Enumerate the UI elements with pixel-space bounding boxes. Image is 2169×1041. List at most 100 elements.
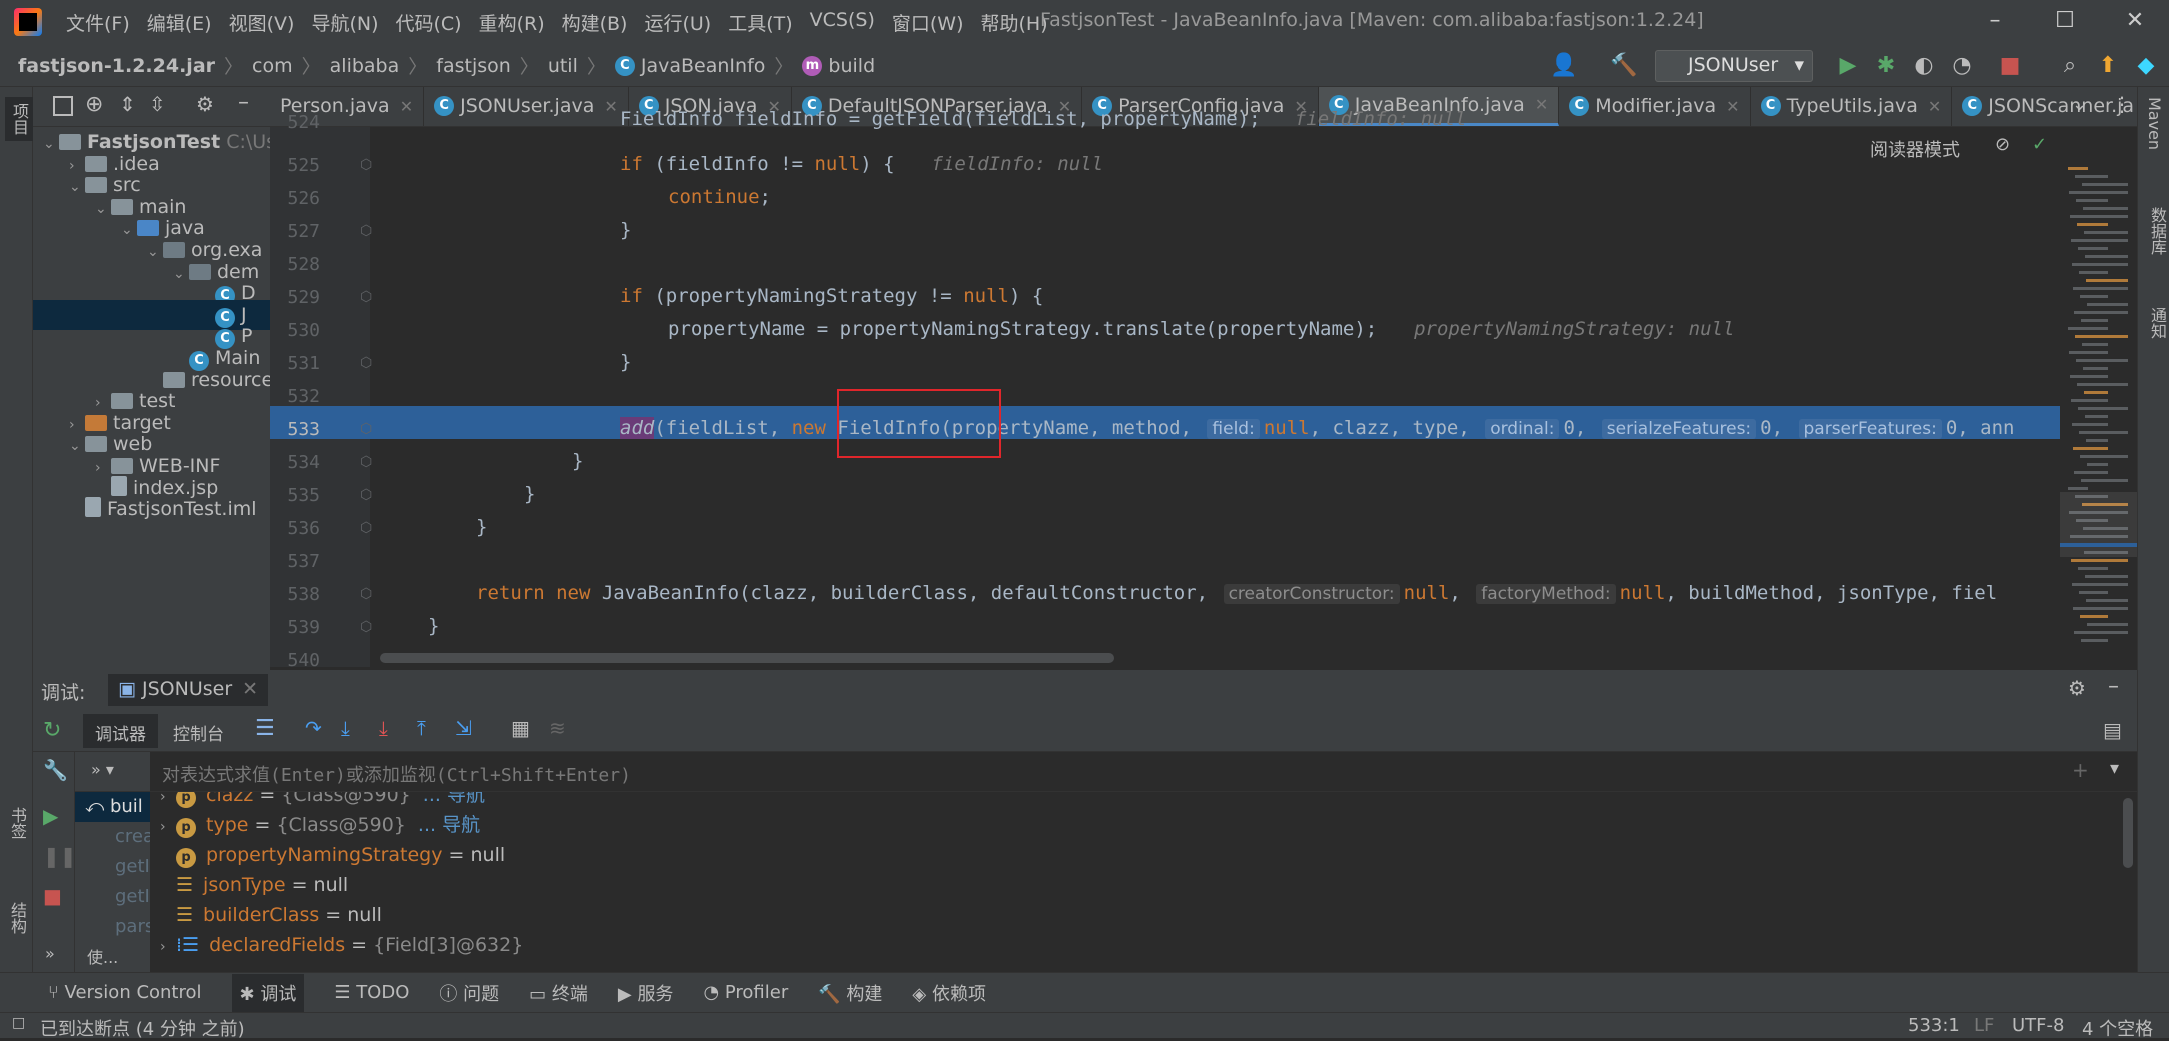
close-tab-icon[interactable]: ✕: [604, 97, 617, 116]
variable-row[interactable]: p propertyNamingStrategy = null: [160, 840, 505, 870]
tool-window-problems[interactable]: ⓘ 问题: [439, 980, 499, 1006]
breadcrumb-method[interactable]: m build: [802, 55, 875, 77]
debug-settings-gear-icon[interactable]: ⚙: [2068, 676, 2086, 700]
wrench-icon[interactable]: 🔧: [43, 758, 68, 782]
fold-marker-icon[interactable]: ⬡: [360, 619, 372, 635]
variable-row[interactable]: › ⁞☰ declaredFields = {Field[3]@632}: [160, 930, 523, 960]
tool-window-debug[interactable]: ✱ 调试: [231, 973, 305, 1012]
fold-marker-icon[interactable]: ⬡: [360, 421, 372, 437]
breadcrumb-fastjson[interactable]: fastjson: [436, 55, 511, 77]
expand-arrow-icon[interactable]: ›: [160, 792, 176, 812]
run-configuration-select[interactable]: JSONUser ▾: [1655, 50, 1813, 82]
close-tab-icon[interactable]: ✕: [400, 97, 413, 116]
expand-all-icon[interactable]: ⇕: [119, 92, 136, 116]
chevron-down-icon[interactable]: ▾: [2110, 758, 2119, 779]
stack-frame[interactable]: crea: [75, 822, 150, 852]
notifications-tool-button[interactable]: 通知: [2145, 307, 2169, 339]
layout-icon[interactable]: ▤: [2103, 718, 2122, 742]
tool-window-services[interactable]: ▶ 服务: [618, 980, 674, 1006]
run-to-cursor-icon[interactable]: ⇲: [455, 716, 472, 740]
locate-target-icon[interactable]: ⊕: [85, 92, 103, 117]
menu-item[interactable]: 工具(T): [728, 9, 792, 36]
stack-frame[interactable]: getI: [75, 882, 150, 912]
tabs-overflow-chevron-icon[interactable]: ⌄: [2072, 94, 2087, 115]
maven-tool-button[interactable]: Maven: [2145, 97, 2164, 150]
structure-tool-button[interactable]: 结构: [5, 902, 29, 934]
tool-window-terminal[interactable]: ▭ 终端: [529, 980, 588, 1006]
coverage-icon[interactable]: ◐: [1911, 53, 1937, 79]
variable-row[interactable]: › p clazz = {Class@590} ... 导航: [160, 792, 485, 810]
breadcrumb-com[interactable]: com: [252, 55, 293, 77]
panel-layout-icon[interactable]: [53, 96, 73, 116]
stop-debug-icon[interactable]: ■: [43, 884, 62, 908]
tree-item[interactable]: FastjsonTest.iml: [33, 494, 270, 524]
stack-frame[interactable]: ⤺ buil: [75, 792, 150, 822]
fold-marker-icon[interactable]: ⬡: [360, 454, 372, 470]
tab-debugger[interactable]: 调试器: [83, 714, 158, 748]
breadcrumb-jar[interactable]: fastjson-1.2.24.jar: [18, 55, 215, 77]
fold-marker-icon[interactable]: ⬡: [360, 487, 372, 503]
file-encoding[interactable]: UTF-8: [2012, 1015, 2064, 1036]
menu-item[interactable]: VCS(S): [810, 9, 875, 36]
caret-position[interactable]: 533:1: [1908, 1015, 1960, 1036]
force-step-into-icon[interactable]: ⤓: [379, 716, 388, 740]
debug-bug-icon[interactable]: ✱: [1873, 53, 1899, 79]
plugin-icon[interactable]: ◆: [2133, 53, 2159, 79]
search-icon[interactable]: ⌕: [2057, 53, 2083, 79]
tool-window-profiler[interactable]: ◔ Profiler: [703, 982, 788, 1003]
build-hammer-icon[interactable]: 🔨: [1610, 53, 1637, 79]
tool-window-todo[interactable]: ☰ TODO: [334, 982, 409, 1003]
breadcrumb-alibaba[interactable]: alibaba: [330, 55, 400, 77]
editor-tab[interactable]: C JSONScanner.ja: [1952, 87, 2137, 126]
user-icon[interactable]: 👤: [1550, 53, 1577, 79]
editor-tab[interactable]: C Modifier.java ✕: [1559, 87, 1751, 126]
checkmark-icon[interactable]: ✓: [2032, 134, 2047, 155]
minimize-button[interactable]: –: [1975, 8, 2015, 36]
tool-window-version-control[interactable]: ⑂ Version Control: [48, 982, 202, 1003]
frames-more-icon[interactable]: » ▾: [91, 760, 114, 779]
database-tool-button[interactable]: 数据库: [2145, 207, 2169, 255]
profile-icon[interactable]: ◔: [1949, 53, 1975, 79]
update-icon[interactable]: ⬆: [2095, 53, 2121, 79]
tab-console[interactable]: 控制台: [173, 720, 224, 745]
stack-frame[interactable]: pars: [75, 912, 150, 942]
bookmarks-tool-button[interactable]: 书签: [5, 807, 29, 839]
navigate-link[interactable]: ... 导航: [417, 792, 485, 806]
breadcrumb-class[interactable]: C JavaBeanInfo: [614, 55, 765, 77]
editor-tab[interactable]: C JSONUser.java ✕: [424, 87, 629, 126]
fold-marker-icon[interactable]: ⬡: [360, 586, 372, 602]
run-icon[interactable]: ▶: [1835, 53, 1861, 79]
fold-marker-icon[interactable]: ⬡: [360, 520, 372, 536]
pause-icon[interactable]: ❚❚: [43, 844, 77, 868]
menu-item[interactable]: 构建(B): [562, 9, 628, 36]
menu-item[interactable]: 窗口(W): [892, 9, 964, 36]
menu-item[interactable]: 文件(F): [66, 9, 130, 36]
fold-marker-icon[interactable]: ⬡: [360, 289, 372, 305]
more-actions-icon[interactable]: »: [45, 944, 55, 963]
close-tab-icon[interactable]: ✕: [1928, 97, 1941, 116]
variables-scrollbar[interactable]: [2123, 798, 2133, 868]
step-out-icon[interactable]: ⤒: [417, 716, 426, 740]
hide-debug-icon[interactable]: –: [2108, 674, 2119, 699]
rerun-icon[interactable]: ↻: [43, 718, 61, 743]
menu-item[interactable]: 导航(N): [311, 9, 378, 36]
collapse-all-icon[interactable]: ⇳: [149, 92, 166, 116]
trace-icon[interactable]: ≋: [549, 716, 566, 740]
editor-horizontal-scrollbar[interactable]: [380, 653, 1114, 663]
project-tool-button[interactable]: 项目: [5, 97, 33, 141]
line-separator[interactable]: LF: [1974, 1015, 1994, 1036]
fold-marker-icon[interactable]: ⬡: [360, 223, 372, 239]
status-panel-icon[interactable]: □: [12, 1015, 25, 1031]
close-window-button[interactable]: ✕: [2115, 8, 2155, 36]
gear-icon[interactable]: ⚙: [196, 92, 214, 116]
editor-tab[interactable]: C TypeUtils.java ✕: [1751, 87, 1953, 126]
maximize-button[interactable]: ☐: [2045, 8, 2085, 36]
resume-icon[interactable]: ▶: [43, 804, 58, 828]
fold-marker-icon[interactable]: ⬡: [360, 157, 372, 173]
menu-item[interactable]: 帮助(H): [981, 9, 1048, 36]
variable-row[interactable]: › p type = {Class@590} ... 导航: [160, 810, 480, 840]
expand-arrow-icon[interactable]: ›: [160, 932, 176, 962]
editor-minimap[interactable]: [2060, 127, 2137, 667]
stop-icon[interactable]: ■: [1997, 53, 2023, 79]
fold-marker-icon[interactable]: ⬡: [360, 355, 372, 371]
